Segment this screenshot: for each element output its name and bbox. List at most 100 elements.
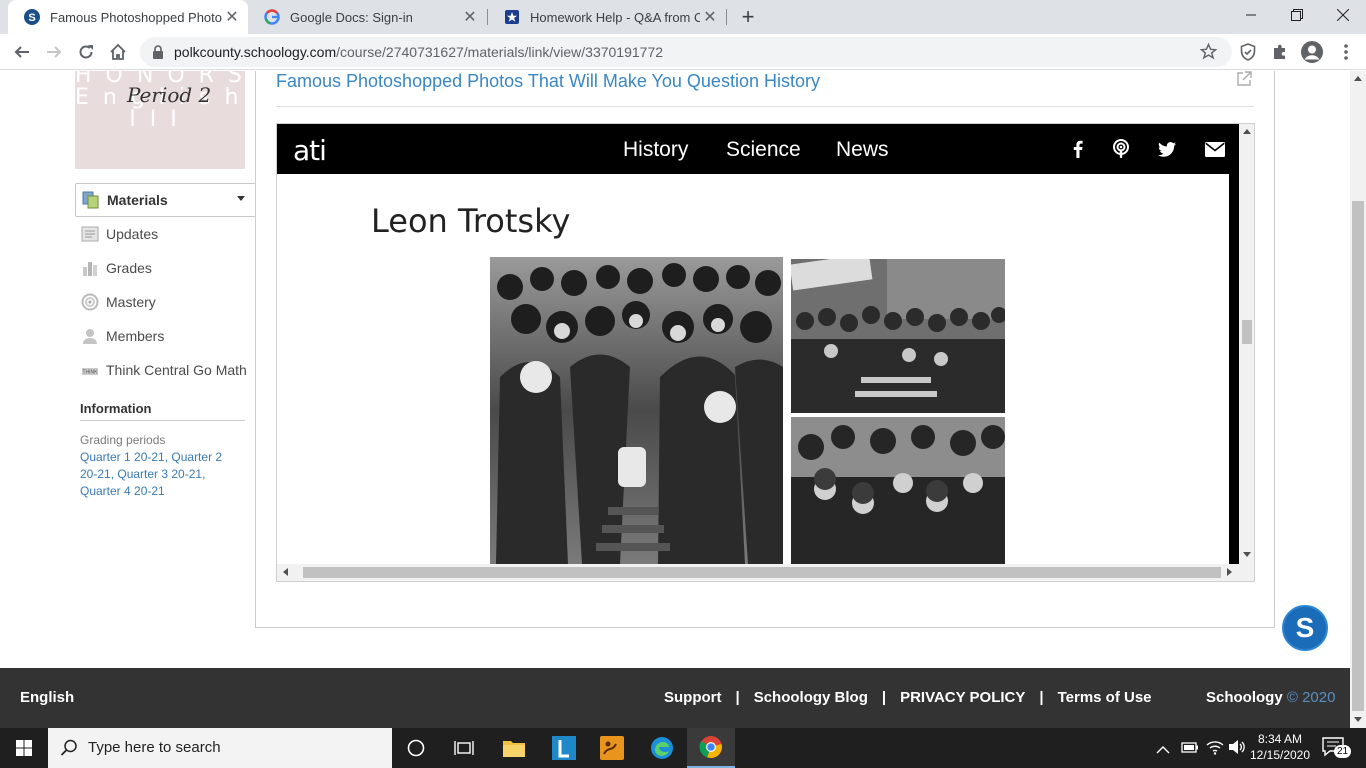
footer-copyright: © 2020 — [1286, 689, 1336, 706]
podcast-icon[interactable] — [1109, 138, 1133, 160]
page-scrollbar-thumb[interactable] — [1352, 201, 1364, 711]
schoology-chat-bubble-icon[interactable]: S — [1282, 605, 1328, 651]
footer-link-terms[interactable]: Terms of Use — [1058, 689, 1152, 706]
course-image-period: Period 2 — [127, 83, 212, 107]
language-selector[interactable]: English — [20, 689, 74, 706]
footer-link-support[interactable]: Support — [664, 689, 722, 706]
svg-text:THINK: THINK — [83, 370, 99, 376]
page-title[interactable]: Famous Photoshopped Photos That Will Mak… — [276, 71, 820, 92]
home-button[interactable] — [104, 38, 132, 66]
learning-app-icon[interactable] — [540, 728, 588, 768]
footer-link-privacy[interactable]: PRIVACY POLICY — [900, 689, 1025, 706]
minimize-window-icon[interactable] — [1228, 0, 1274, 30]
sidebar-item-materials[interactable]: Materials — [75, 183, 255, 217]
embedded-scrollbar-thumb[interactable] — [1242, 320, 1252, 344]
tab-homework-help[interactable]: Homework Help - Q&A from Onl ✕ — [488, 0, 726, 34]
external-tool-icon: THINK — [81, 361, 99, 379]
embedded-horizontal-scrollbar[interactable] — [277, 564, 1254, 581]
wifi-icon[interactable] — [1206, 739, 1224, 760]
materials-icon — [82, 191, 100, 209]
volume-icon[interactable] — [1228, 739, 1246, 760]
profile-avatar-icon[interactable] — [1298, 38, 1326, 66]
members-icon — [81, 327, 99, 345]
article-heading: Leon Trotsky — [371, 202, 571, 240]
nav-link-history[interactable]: History — [623, 138, 688, 162]
close-window-icon[interactable] — [1320, 0, 1366, 30]
search-icon — [60, 739, 78, 762]
battery-icon[interactable] — [1181, 740, 1199, 759]
browser-tab-strip: S Famous Photoshopped Photos Th ✕ Google… — [0, 0, 1366, 34]
trotsky-photo-main — [490, 257, 783, 564]
clock-time: 8:34 AM — [1257, 732, 1303, 746]
footer-links: Support | Schoology Blog | PRIVACY POLICY | Te… — [664, 689, 1152, 706]
sidebar-item-mastery[interactable]: Mastery — [75, 285, 255, 319]
notification-center-icon[interactable]: 21 — [1322, 737, 1352, 761]
edge-browser-icon[interactable] — [638, 728, 686, 768]
facebook-icon[interactable] — [1066, 138, 1090, 160]
ati-logo[interactable]: ati — [293, 134, 327, 167]
embedded-page-frame[interactable]: ati History Science News Leon Trotsky — [276, 123, 1255, 582]
shield-extension-icon[interactable] — [1234, 38, 1262, 66]
cortana-icon[interactable] — [392, 728, 440, 768]
file-explorer-icon[interactable] — [490, 728, 538, 768]
embedded-page-side-strip — [1229, 124, 1239, 564]
sidebar-item-think-central[interactable]: THINK Think Central Go Math — [75, 353, 255, 387]
chrome-browser-icon[interactable] — [687, 728, 735, 768]
information-heading: Information — [80, 401, 245, 421]
scroll-right-arrow-icon[interactable] — [1227, 568, 1232, 576]
embedded-hscrollbar-thumb[interactable] — [303, 567, 1221, 578]
browser-menu-icon[interactable] — [1332, 38, 1360, 66]
sidebar-item-members[interactable]: Members — [75, 319, 255, 353]
notification-count-badge: 21 — [1334, 745, 1352, 758]
sidebar-item-label: Think Central Go Math — [106, 362, 247, 378]
scroll-down-arrow-icon[interactable] — [1243, 552, 1251, 557]
scroll-up-arrow-icon[interactable] — [1243, 129, 1251, 134]
task-view-icon[interactable] — [440, 728, 488, 768]
forward-button[interactable] — [40, 38, 68, 66]
drawing-app-icon[interactable] — [588, 728, 636, 768]
back-button[interactable] — [8, 38, 36, 66]
bookmark-star-icon[interactable] — [1199, 42, 1218, 65]
system-clock[interactable]: 8:34 AM 12/15/2020 — [1248, 731, 1312, 763]
scroll-down-arrow-icon[interactable] — [1354, 717, 1362, 722]
course-profile-image[interactable]: HONORS English III Period 2 — [75, 71, 245, 169]
footer-separator: | — [881, 689, 887, 706]
sidebar-item-grades[interactable]: Grades — [75, 251, 255, 285]
nav-link-news[interactable]: News — [836, 138, 889, 162]
address-bar[interactable]: polkcounty.schoology.com/course/27407316… — [140, 37, 1232, 67]
new-tab-button[interactable]: + — [736, 5, 760, 29]
sidebar-item-label: Materials — [107, 192, 168, 208]
email-icon[interactable] — [1203, 138, 1227, 160]
reload-button[interactable] — [72, 38, 100, 66]
open-external-icon[interactable] — [1236, 71, 1252, 87]
close-tab-icon[interactable]: ✕ — [460, 7, 480, 27]
twitter-icon[interactable] — [1155, 138, 1179, 160]
sidebar-item-label: Grades — [106, 260, 152, 276]
restore-window-icon[interactable] — [1274, 0, 1320, 30]
close-tab-icon[interactable]: ✕ — [222, 7, 242, 27]
footer-link-blog[interactable]: Schoology Blog — [754, 689, 868, 706]
chevron-down-icon[interactable] — [237, 196, 245, 201]
scroll-up-arrow-icon[interactable] — [1354, 76, 1362, 81]
windows-taskbar: Type here to search 8:34 AM 12/15/2020 2… — [0, 728, 1366, 768]
scroll-left-arrow-icon[interactable] — [283, 568, 288, 576]
nav-link-science[interactable]: Science — [726, 138, 801, 162]
taskbar-search-box[interactable]: Type here to search — [48, 728, 392, 768]
sidebar-item-updates[interactable]: Updates — [75, 217, 255, 251]
extensions-puzzle-icon[interactable] — [1266, 38, 1294, 66]
mastery-icon — [81, 293, 99, 311]
embedded-vertical-scrollbar[interactable] — [1239, 124, 1254, 564]
page-vertical-scrollbar[interactable] — [1350, 71, 1366, 728]
close-tab-icon[interactable]: ✕ — [700, 7, 720, 27]
show-hidden-icons-icon[interactable] — [1156, 742, 1170, 760]
tab-google-docs[interactable]: Google Docs: Sign-in ✕ — [248, 0, 486, 34]
sidebar-item-label: Updates — [106, 226, 159, 242]
tab-famous-photos[interactable]: S Famous Photoshopped Photos Th ✕ — [8, 0, 248, 34]
grading-periods-value: Quarter 1 20-21, Quarter 2 20-21, Quarte… — [80, 450, 223, 498]
trotsky-photo-top-right — [791, 259, 1005, 413]
site-footer: English Support | Schoology Blog | PRIVACY P… — [0, 668, 1350, 728]
schoology-page: HONORS English III Period 2 Materials Up… — [0, 71, 1350, 728]
lock-icon[interactable] — [152, 45, 164, 64]
windows-start-icon[interactable] — [0, 728, 48, 768]
course-image-line3: III — [129, 107, 191, 132]
